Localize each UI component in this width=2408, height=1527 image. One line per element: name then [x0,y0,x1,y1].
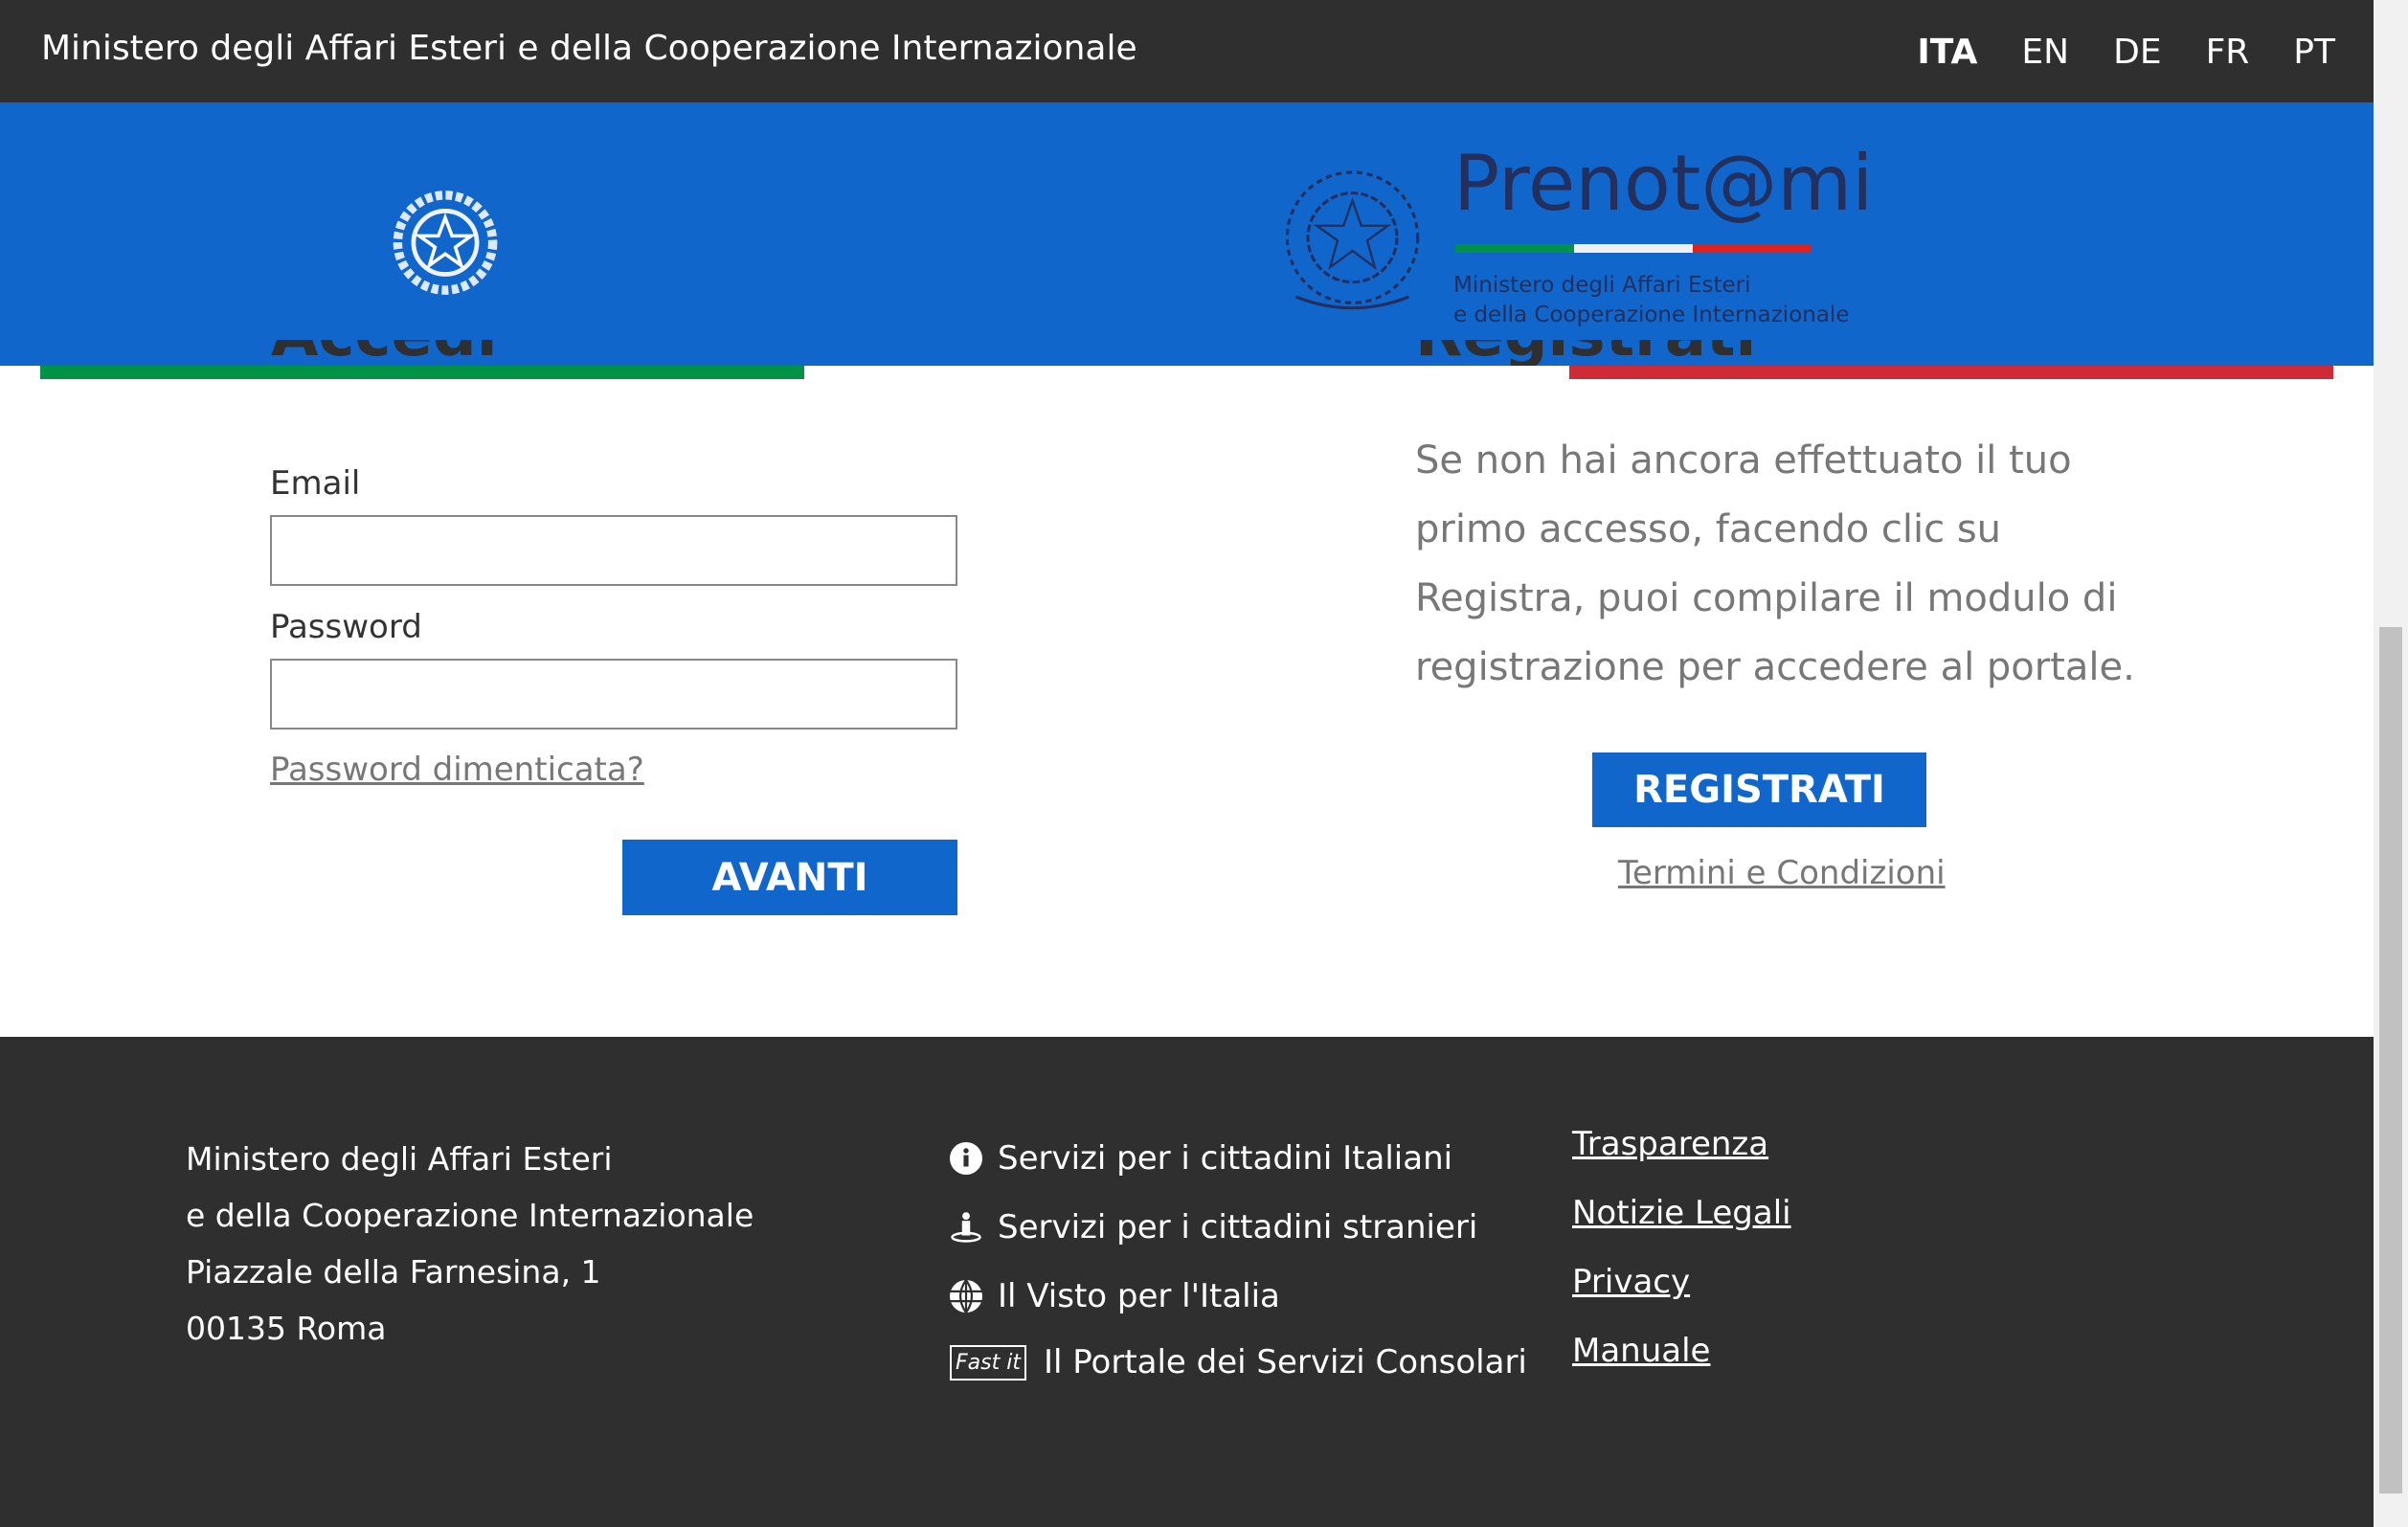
lang-ita[interactable]: ITA [1917,33,1977,72]
prenotami-logo: Prenot@mi [1453,139,1874,228]
footer-link-privacy[interactable]: Privacy [1572,1263,1690,1301]
service-label: Il Portale dei Servizi Consolari [1043,1343,1527,1381]
terms-link[interactable]: Termini e Condizioni [1618,854,1946,892]
header-banner: Prenot@mi Ministero degli Affari Esteri e… [0,102,2374,366]
scrollbar[interactable] [2374,0,2408,1527]
footer-link-notizie-legali[interactable]: Notizie Legali [1572,1194,1791,1232]
avanti-button[interactable]: AVANTI [622,840,957,915]
person-pin-icon [951,1212,981,1243]
lang-en[interactable]: EN [2021,33,2069,72]
password-label: Password [270,608,422,646]
scrollbar-thumb[interactable] [2379,627,2402,1493]
logo-subtitle: Ministero degli Affari Esteri e della Coo… [1453,271,1849,330]
logo-sub-line2: e della Cooperazione Internazionale [1453,303,1850,327]
footer-link-trasparenza[interactable]: Trasparenza [1572,1125,1768,1163]
republic-emblem-icon [393,191,498,295]
logo-tricolor [1455,244,1812,253]
globe-icon [950,1280,982,1313]
ministry-title: Ministero degli Affari Esteri e della Co… [41,29,1137,68]
fastit-logo: Fast it [950,1344,1026,1381]
register-description: Se non hai ancora effettuato il tuo prim… [1415,438,2135,689]
footer-service-italians[interactable]: Servizi per i cittadini Italiani [950,1139,1452,1178]
address-line: Piazzale della Farnesina, 1 [186,1253,601,1291]
service-label: Servizi per i cittadini stranieri [998,1208,1478,1246]
footer-address: Ministero degli Affari Esteri e della Co… [186,1131,754,1357]
address-line: e della Cooperazione Internazionale [186,1197,754,1234]
email-input[interactable] [270,515,957,586]
footer-service-fastit[interactable]: Fast it Il Portale dei Servizi Consolari [950,1343,1527,1381]
info-icon [950,1142,982,1175]
registrati-button[interactable]: REGISTRATI [1592,752,1926,827]
service-label: Servizi per i cittadini Italiani [998,1139,1453,1178]
republic-emblem-logo-icon [1285,170,1420,310]
top-bar: Ministero degli Affari Esteri e della Co… [0,0,2374,102]
lang-fr[interactable]: FR [2206,33,2250,72]
forgot-password-link[interactable]: Password dimenticata? [270,751,644,789]
address-line: Ministero degli Affari Esteri [186,1140,613,1178]
service-label: Il Visto per l'Italia [998,1277,1280,1315]
lang-pt[interactable]: PT [2293,33,2335,72]
tricolor-bar [40,366,2333,379]
address-line: 00135 Roma [186,1310,387,1347]
footer-service-visa[interactable]: Il Visto per l'Italia [950,1277,1280,1315]
language-selector: ITA EN DE FR PT [1917,33,2335,72]
footer: Ministero degli Affari Esteri e della Co… [0,1037,2374,1527]
footer-link-manuale[interactable]: Manuale [1572,1332,1710,1370]
logo-sub-line1: Ministero degli Affari Esteri [1453,273,1751,298]
password-input[interactable] [270,659,957,730]
footer-service-foreigners[interactable]: Servizi per i cittadini stranieri [950,1208,1477,1246]
lang-de[interactable]: DE [2113,33,2161,72]
email-label: Email [270,464,361,503]
